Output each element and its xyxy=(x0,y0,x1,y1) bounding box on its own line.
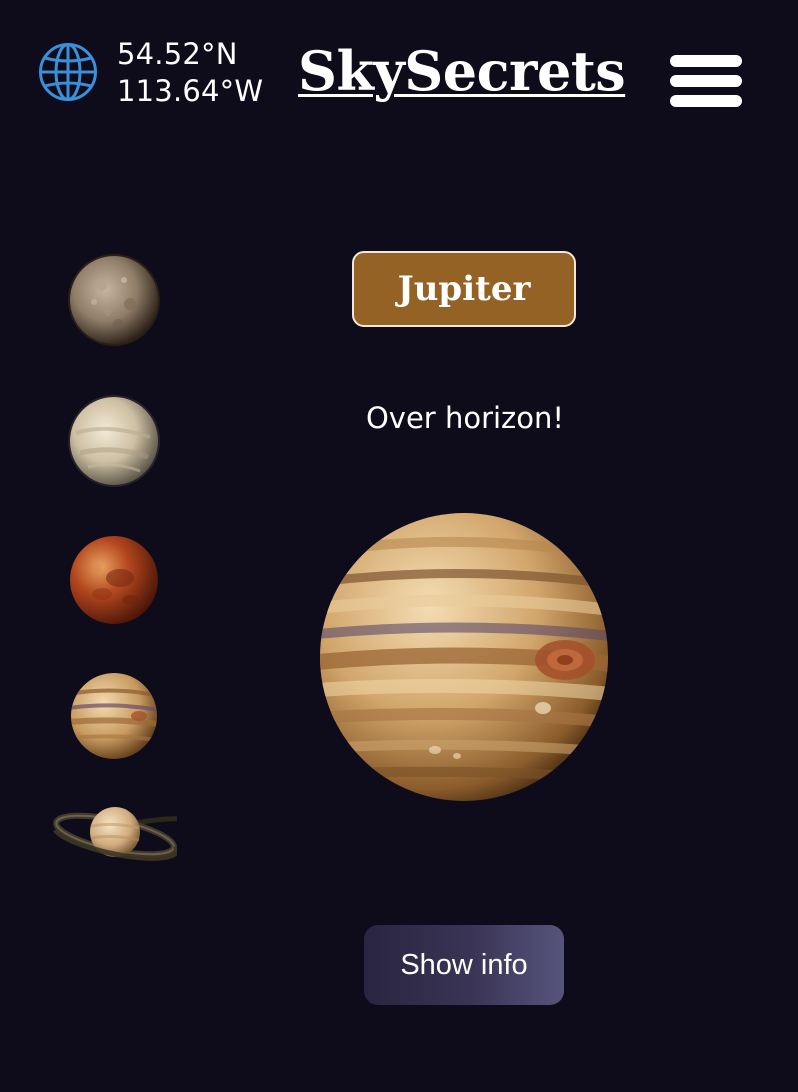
selected-planet-button[interactable]: Jupiter xyxy=(352,251,576,327)
planet-item-venus[interactable] xyxy=(66,393,162,489)
planet-list xyxy=(50,245,180,875)
mars-icon xyxy=(70,536,158,624)
planet-item-mars[interactable] xyxy=(68,534,160,626)
mercury-icon xyxy=(68,254,160,346)
menu-bar-bottom xyxy=(670,95,742,107)
app-header: 54.52°N 113.64°W SkySecrets xyxy=(0,0,798,150)
location-coordinates: 54.52°N 113.64°W xyxy=(117,36,263,110)
longitude-text: 113.64°W xyxy=(117,74,264,108)
planet-item-jupiter[interactable] xyxy=(69,672,159,760)
show-info-button[interactable]: Show info xyxy=(364,925,564,1005)
planet-item-mercury[interactable] xyxy=(66,252,162,348)
hamburger-menu-icon xyxy=(670,55,742,67)
globe-icon[interactable] xyxy=(38,42,98,102)
venus-icon xyxy=(68,395,160,487)
jupiter-icon xyxy=(71,673,157,759)
menu-bar-middle xyxy=(670,75,742,87)
latitude-text: 54.52°N xyxy=(117,37,238,71)
app-title[interactable]: SkySecrets xyxy=(298,36,628,106)
jupiter-large-image xyxy=(320,513,608,801)
visibility-status: Over horizon! xyxy=(365,401,565,435)
saturn-icon xyxy=(53,807,177,861)
planet-item-saturn[interactable] xyxy=(53,802,177,864)
menu-button[interactable] xyxy=(668,52,746,112)
